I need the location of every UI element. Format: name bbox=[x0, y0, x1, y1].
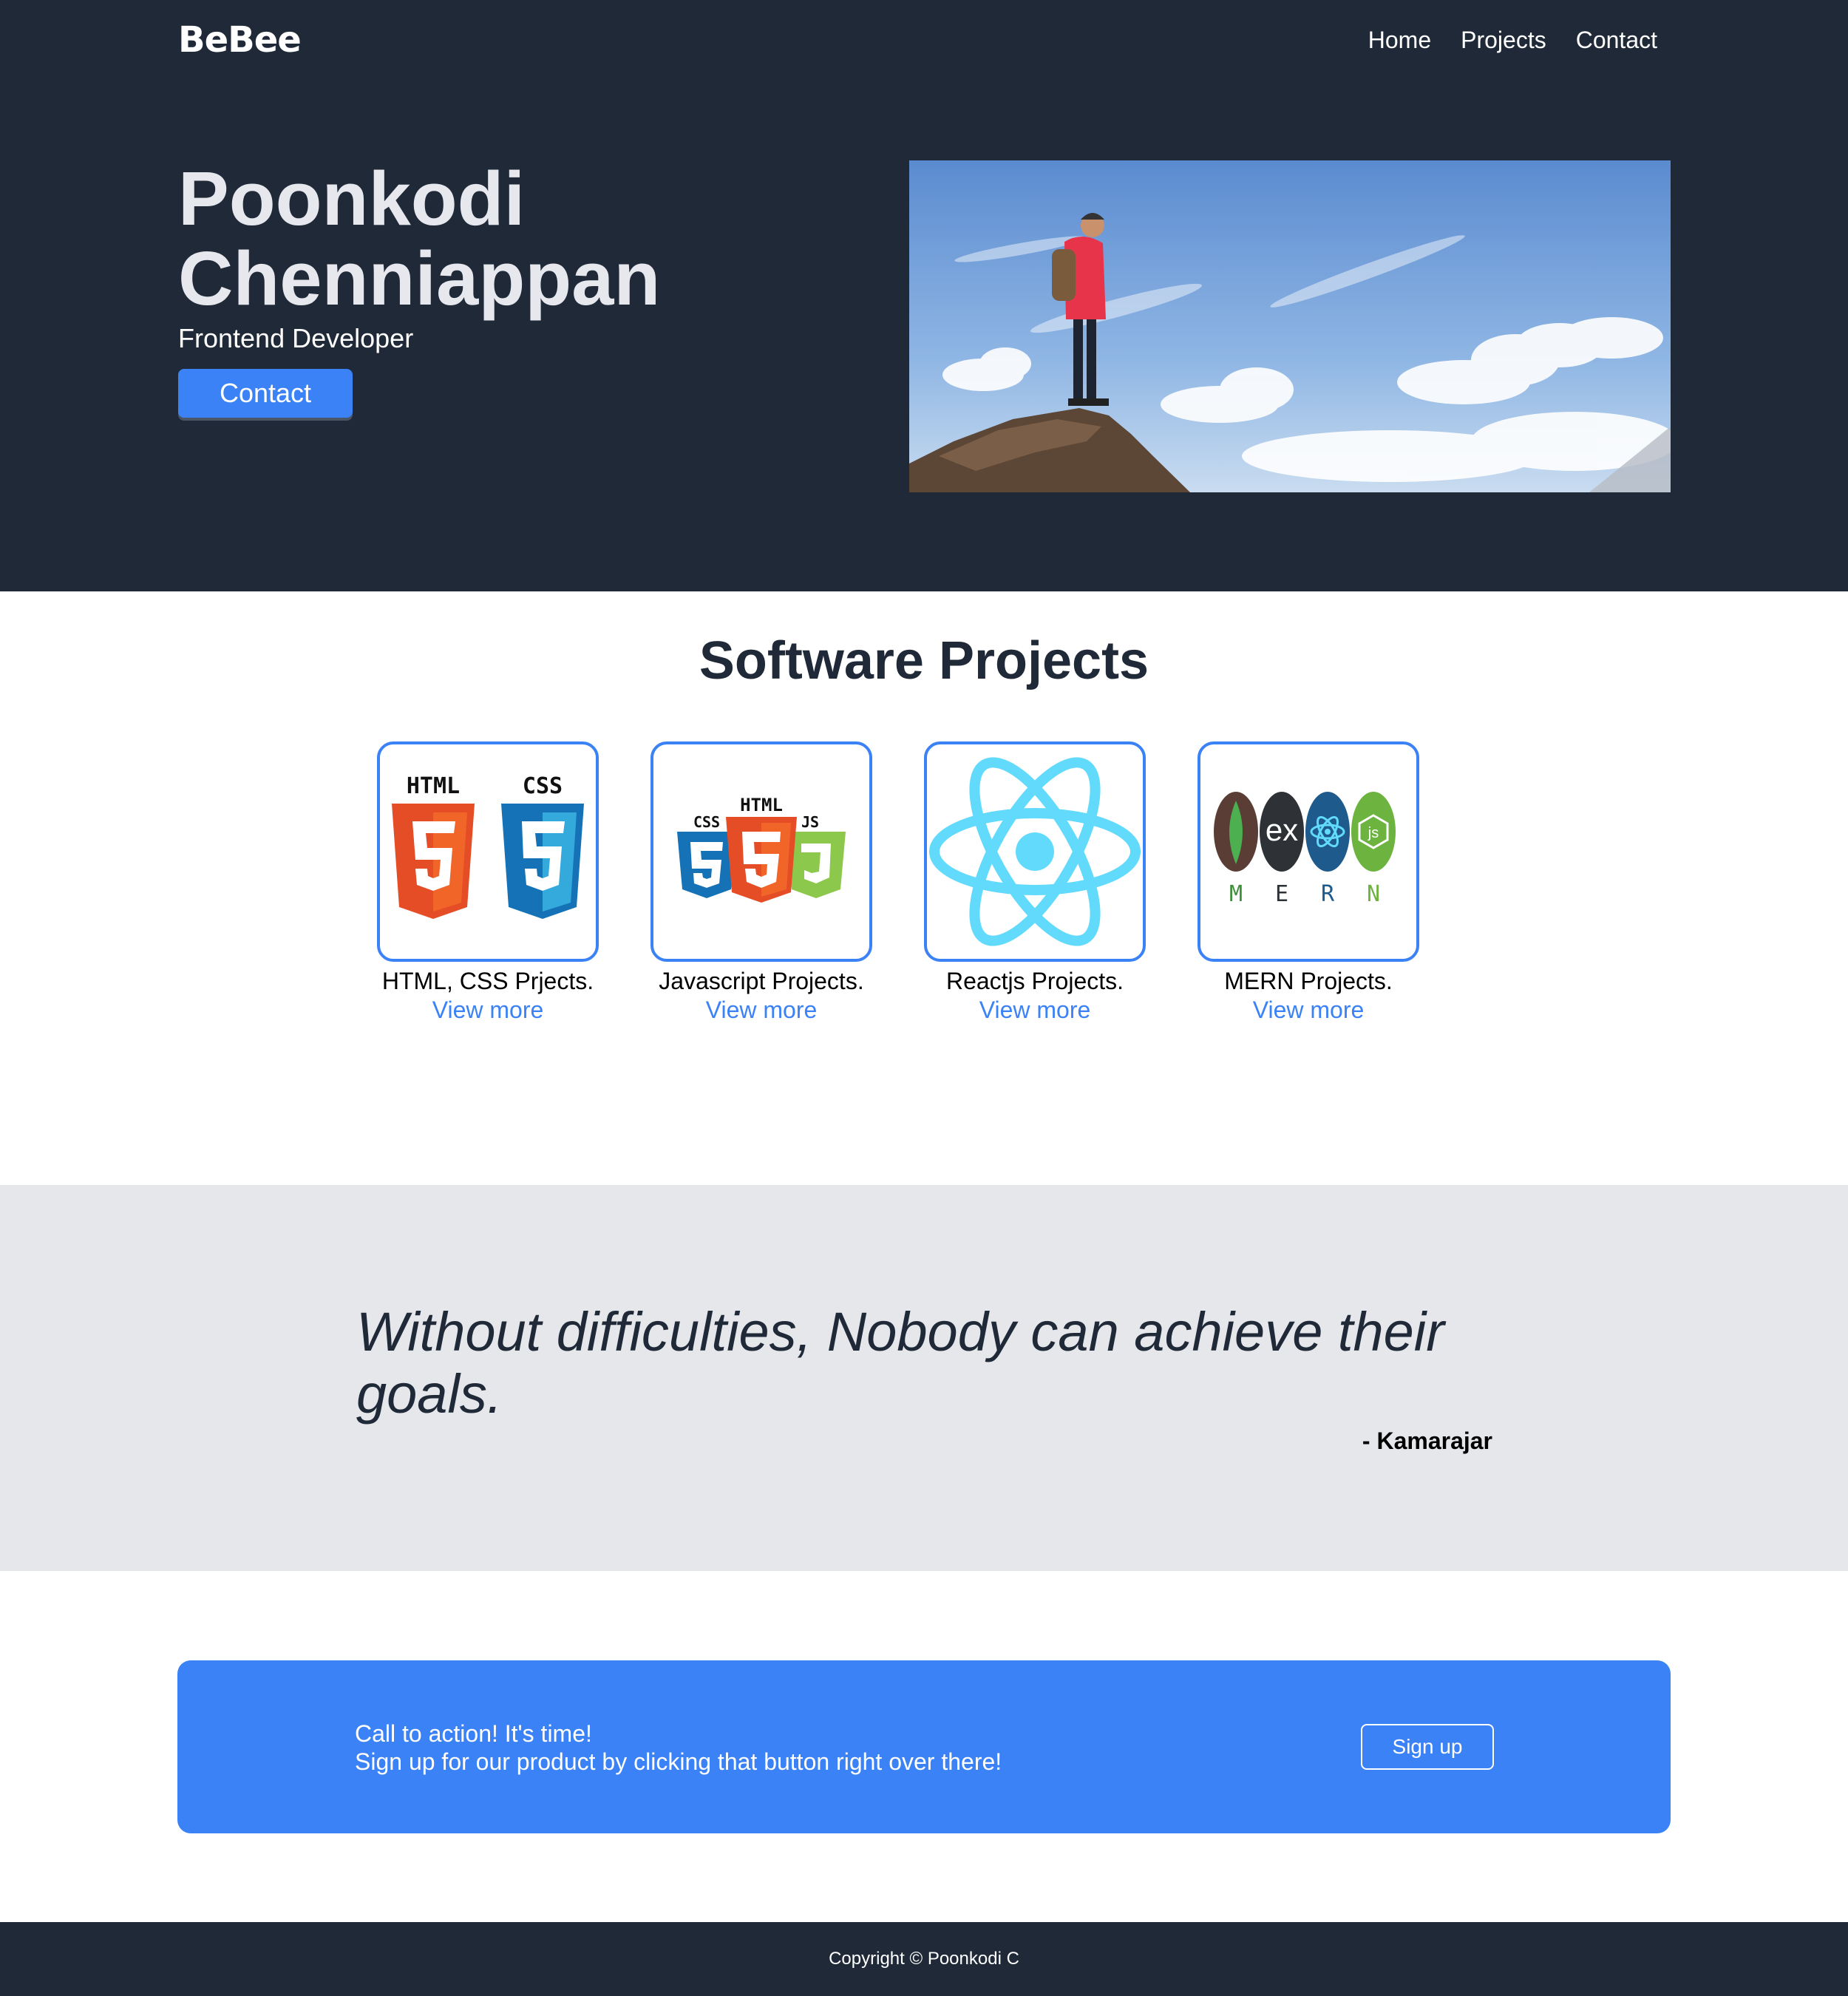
css-logo-label: CSS bbox=[693, 813, 720, 831]
hero-name-first: Poonkodi bbox=[178, 156, 526, 241]
project-card-image[interactable]: ex js M E R N bbox=[1198, 741, 1419, 962]
footer: Copyright © Poonkodi C bbox=[0, 1922, 1848, 1996]
svg-text:js: js bbox=[1368, 825, 1379, 841]
js-logo-label: JS bbox=[801, 813, 819, 831]
cta-description: Sign up for our product by clicking that… bbox=[355, 1748, 1002, 1775]
main-nav: Home Projects Contact bbox=[1368, 27, 1657, 54]
project-card-html-css: HTML CSS HTML, CSS Prjects. View more bbox=[377, 741, 599, 1024]
quote-text: Without difficulties, Nobody can achieve… bbox=[356, 1301, 1444, 1425]
mern-letter-m: M bbox=[1229, 881, 1243, 907]
project-card-title: Reactjs Projects. bbox=[945, 968, 1124, 994]
hero-role: Frontend Developer bbox=[178, 323, 414, 353]
view-more-link[interactable]: View more bbox=[1198, 997, 1419, 1024]
project-card-image[interactable]: CSS JS HTML bbox=[650, 741, 872, 962]
mern-letter-r: R bbox=[1321, 881, 1335, 907]
nav-projects-link[interactable]: Projects bbox=[1461, 27, 1546, 54]
hero-name: Poonkodi Chenniappan bbox=[178, 159, 843, 319]
project-card-mern: ex js M E R N MERN Projects. View more bbox=[1198, 741, 1419, 1024]
hero-photo bbox=[909, 160, 1671, 492]
view-more-link[interactable]: View more bbox=[650, 997, 872, 1024]
hero-contact-button[interactable]: Contact bbox=[178, 369, 353, 418]
nav-contact-link[interactable]: Contact bbox=[1576, 27, 1657, 54]
css-logo-label: CSS bbox=[523, 773, 563, 799]
quote-section: Without difficulties, Nobody can achieve… bbox=[0, 1185, 1848, 1571]
html-css-js-logo-icon: CSS JS HTML bbox=[677, 795, 846, 903]
view-more-link[interactable]: View more bbox=[377, 997, 599, 1024]
project-card-image[interactable]: HTML CSS bbox=[377, 741, 599, 962]
html-css-logo-icon: HTML CSS bbox=[392, 773, 584, 919]
project-card-title: Javascript Projects. bbox=[659, 968, 864, 994]
project-card-image[interactable] bbox=[924, 741, 1146, 962]
nav-home-link[interactable]: Home bbox=[1368, 27, 1431, 54]
project-card-javascript: CSS JS HTML Javascript Projects. View mo… bbox=[650, 741, 872, 1024]
cta-text: Call to action! It's time! Sign up for o… bbox=[355, 1720, 1002, 1776]
view-more-link[interactable]: View more bbox=[924, 997, 1146, 1024]
project-card-reactjs: Reactjs Projects. View more bbox=[924, 741, 1146, 1024]
call-to-action-banner: Call to action! It's time! Sign up for o… bbox=[177, 1660, 1671, 1833]
mern-letter-e: E bbox=[1275, 881, 1288, 907]
project-card-title: HTML, CSS Prjects. bbox=[381, 968, 594, 994]
hero-name-last: Chenniappan bbox=[178, 236, 661, 321]
brand-logo[interactable]: BeBee bbox=[178, 19, 302, 61]
cta-headline: Call to action! It's time! bbox=[355, 1720, 592, 1747]
express-logo-label: ex bbox=[1266, 812, 1298, 847]
hero-section: BeBee Home Projects Contact Poonkodi Che… bbox=[0, 0, 1848, 591]
html-logo-label: HTML bbox=[740, 795, 783, 815]
project-card-title: MERN Projects. bbox=[1224, 968, 1393, 994]
quote-author: - Kamarajar bbox=[1362, 1428, 1492, 1454]
mern-logo-icon: ex js M E R N bbox=[1214, 792, 1396, 907]
react-logo-icon bbox=[929, 757, 1141, 946]
sign-up-button[interactable]: Sign up bbox=[1361, 1724, 1494, 1770]
html-logo-label: HTML bbox=[407, 773, 460, 799]
mern-letter-n: N bbox=[1367, 881, 1380, 907]
copyright-text: Copyright © Poonkodi C bbox=[829, 1949, 1019, 1969]
projects-title: Software Projects bbox=[699, 631, 1149, 690]
